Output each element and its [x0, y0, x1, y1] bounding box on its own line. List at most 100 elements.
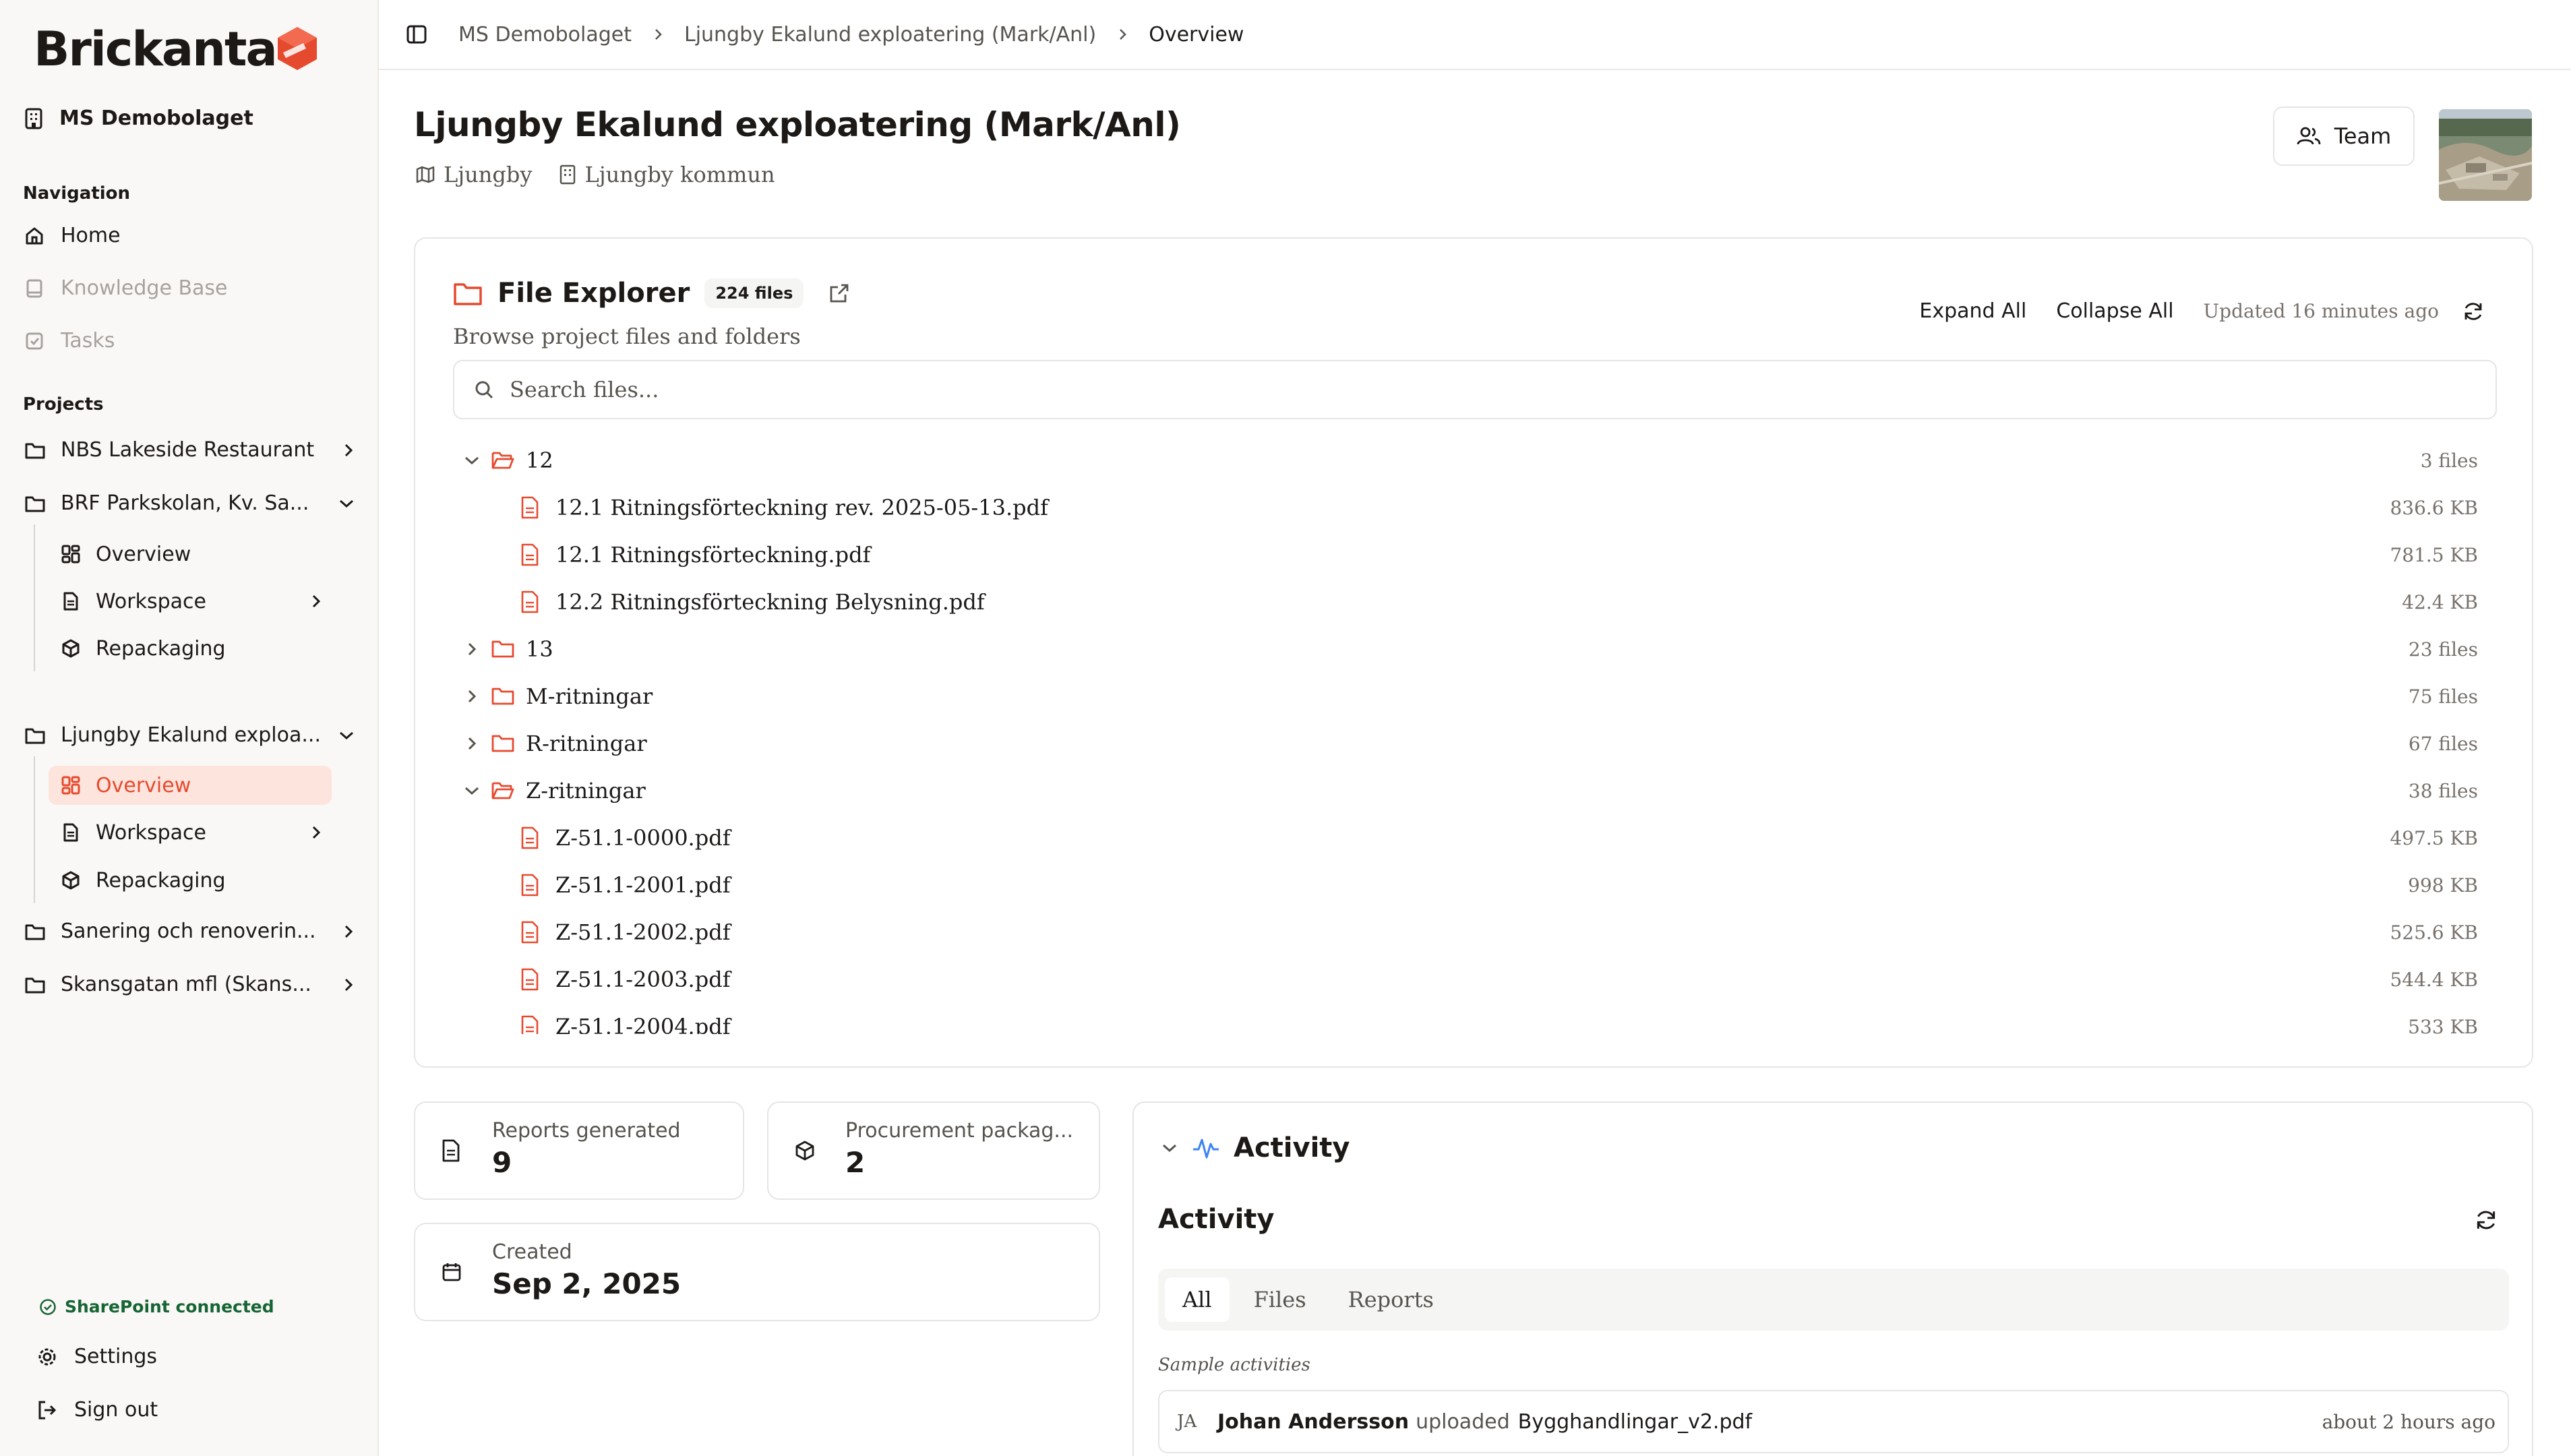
nav-tasks[interactable]: Tasks [24, 329, 115, 353]
activity-file[interactable]: Bygghandlingar_v2.pdf [1518, 1410, 1752, 1434]
chevron-right-icon [312, 826, 321, 839]
folder-icon [454, 283, 482, 305]
file-explorer-actions: Expand All Collapse All Updated 16 minut… [1919, 299, 2485, 323]
breadcrumb-project[interactable]: Ljungby Ekalund exploatering (Mark/Anl) [684, 23, 1096, 47]
file-size: 42.4 KB [2402, 590, 2478, 613]
building-icon [25, 108, 42, 129]
project-nbs-lakeside[interactable]: NBS Lakeside Restaurant [24, 438, 355, 462]
chevron-down-icon [465, 456, 479, 465]
check-circle-icon [40, 1298, 56, 1315]
chevron-down-icon [340, 499, 353, 508]
signout-link[interactable]: Sign out [36, 1398, 158, 1422]
folder-icon [25, 496, 45, 512]
package-icon [62, 639, 80, 658]
signout-label: Sign out [74, 1398, 158, 1422]
chevron-down-icon [1163, 1144, 1176, 1153]
pdf-file-icon [521, 496, 539, 519]
file-row[interactable]: Z-51.1-0000.pdf 497.5 KB [453, 814, 2497, 861]
file-row[interactable]: Z-51.1-2003.pdf 544.4 KB [453, 956, 2497, 1003]
refresh-icon [2477, 1211, 2496, 1230]
file-name: Z-51.1-2004.pdf [555, 1014, 731, 1034]
project-ljungby-ekalund[interactable]: Ljungby Ekalund exploa... [24, 723, 355, 747]
file-row[interactable]: 12.1 Ritningsförteckning rev. 2025-05-13… [453, 484, 2497, 531]
nav-home[interactable]: Home [24, 224, 121, 247]
navigation-label: Navigation [23, 183, 131, 204]
calendar-icon [442, 1263, 461, 1281]
tab-reports[interactable]: Reports [1331, 1277, 1451, 1322]
file-row[interactable]: 12.2 Ritningsförteckning Belysning.pdf 4… [453, 578, 2497, 626]
collapse-all-button[interactable]: Collapse All [2056, 299, 2173, 323]
org-switcher[interactable]: MS Demobolaget [24, 107, 253, 130]
activity-refresh-button[interactable] [2474, 1208, 2498, 1232]
activity-item[interactable]: JA Johan Andersson uploaded Bygghandling… [1158, 1390, 2509, 1453]
folder-icon [25, 977, 45, 993]
project-name: NBS Lakeside Restaurant [61, 438, 315, 462]
sidebar-toggle-icon[interactable] [406, 24, 427, 45]
sub-label: Repackaging [96, 636, 226, 661]
tab-files[interactable]: Files [1236, 1277, 1324, 1322]
brand-logo[interactable]: Brickanta [34, 22, 318, 77]
folder-count: 3 files [2420, 449, 2478, 472]
municipality-label: Ljungby kommun [584, 162, 775, 187]
tab-all[interactable]: All [1165, 1277, 1230, 1322]
sub-repackaging[interactable]: Repackaging [49, 629, 332, 668]
file-name: Z-51.1-2003.pdf [555, 967, 731, 992]
folder-row[interactable]: R-ritningar 67 files [453, 720, 2497, 767]
dashboard-icon [61, 776, 80, 795]
chevron-right-icon [344, 978, 353, 991]
file-row[interactable]: Z-51.1-2001.pdf 998 KB [453, 861, 2497, 909]
sub-workspace[interactable]: Workspace [49, 813, 332, 852]
folder-row[interactable]: Z-ritningar 38 files [453, 767, 2497, 814]
gear-icon [38, 1348, 56, 1365]
pdf-file-icon [521, 590, 539, 613]
municipality: Ljungby kommun [559, 162, 775, 187]
search-input[interactable]: Search files... [453, 360, 2497, 419]
sub-repackaging[interactable]: Repackaging [49, 861, 332, 900]
file-size: 836.6 KB [2390, 496, 2478, 519]
package-icon [795, 1141, 814, 1161]
chevron-right-icon [1120, 29, 1126, 40]
building-icon [560, 164, 576, 185]
folder-name: Z-ritningar [526, 778, 646, 803]
nav-tasks-label: Tasks [61, 329, 115, 353]
logout-icon [38, 1401, 57, 1419]
file-row[interactable]: Z-51.1-2002.pdf 525.6 KB [453, 909, 2497, 956]
folder-icon [25, 728, 45, 744]
folder-row[interactable]: 12 3 files [453, 437, 2497, 484]
project-skansgatan[interactable]: Skansgatan mfl (Skans... [24, 973, 355, 996]
file-size: 497.5 KB [2390, 826, 2478, 849]
file-name: Z-51.1-2001.pdf [555, 872, 731, 898]
project-brf-parkskolan[interactable]: BRF Parkskolan, Kv. Sa... [24, 491, 355, 515]
external-link-icon[interactable] [828, 282, 851, 305]
location-label: Ljungby [444, 162, 533, 187]
folder-name: R-ritningar [526, 731, 647, 756]
file-explorer-card: File Explorer 224 files Browse project f… [414, 237, 2533, 1068]
settings-link[interactable]: Settings [36, 1345, 157, 1368]
project-sanering[interactable]: Sanering och renoverin... [24, 919, 355, 943]
sub-overview-active[interactable]: Overview [49, 766, 332, 805]
file-row[interactable]: 12.1 Ritningsförteckning.pdf 781.5 KB [453, 531, 2497, 578]
sub-overview[interactable]: Overview [49, 535, 332, 574]
project-thumbnail[interactable] [2439, 109, 2532, 201]
brand-name: Brickanta [34, 22, 278, 77]
file-row[interactable]: Z-51.1-2004.pdf 533 KB [453, 1003, 2497, 1034]
sub-label: Workspace [96, 589, 206, 613]
file-name: 12.1 Ritningsförteckning rev. 2025-05-13… [555, 495, 1048, 520]
expand-all-button[interactable]: Expand All [1919, 299, 2026, 323]
refresh-icon[interactable] [2462, 300, 2485, 323]
chevron-right-icon [468, 737, 477, 750]
activity-title: Activity [1158, 1204, 1275, 1235]
nav-knowledge-base[interactable]: Knowledge Base [24, 276, 228, 300]
team-button[interactable]: Team [2273, 107, 2415, 166]
folder-icon [491, 735, 514, 752]
folder-row[interactable]: 13 23 files [453, 626, 2497, 673]
breadcrumb-org[interactable]: MS Demobolaget [458, 23, 632, 47]
package-icon [62, 871, 80, 890]
activity-section-header[interactable]: Activity [1161, 1132, 1350, 1163]
file-size: 998 KB [2408, 874, 2478, 897]
sub-workspace[interactable]: Workspace [49, 582, 332, 621]
procurement-stat-card: Procurement packag... 2 [767, 1101, 1100, 1200]
nav-knowledge-base-label: Knowledge Base [61, 276, 228, 300]
folder-row[interactable]: M-ritningar 75 files [453, 673, 2497, 720]
chevron-down-icon [465, 787, 479, 795]
